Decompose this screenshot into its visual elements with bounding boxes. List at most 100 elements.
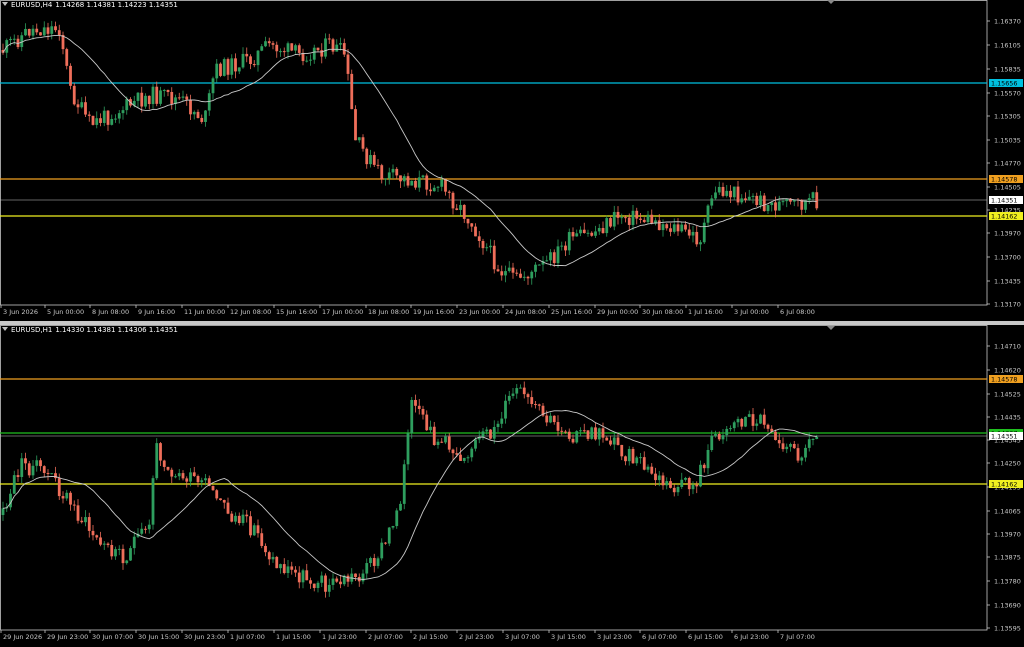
candle-body [9, 38, 12, 41]
candle-body [181, 473, 185, 479]
candle-body [526, 276, 530, 279]
candle-body [631, 210, 635, 225]
candle-body [380, 165, 384, 180]
candle-body [369, 558, 372, 564]
candle-body [294, 569, 297, 573]
candle-body [402, 464, 406, 504]
y-axis-tick-label: 1.14525 [994, 391, 1021, 399]
candle-body [305, 60, 309, 62]
candle-body [657, 475, 661, 481]
candle-body [339, 581, 342, 585]
candle-body [189, 99, 192, 115]
candle-body [552, 252, 556, 264]
candle-body [699, 242, 702, 245]
candle-body [106, 543, 110, 545]
candle-body [687, 229, 691, 236]
candle-body [279, 51, 282, 53]
y-axis-tick-label: 1.14065 [994, 508, 1021, 516]
time-axis-tick-label: 6 Jul 23:00 [734, 633, 769, 641]
candle-body [575, 431, 579, 443]
time-axis-tick-label: 30 Jun 07:00 [92, 633, 133, 641]
candle-body [612, 211, 616, 227]
candle-body [151, 86, 155, 105]
candle-body [519, 273, 522, 278]
scroll-marker-icon[interactable] [827, 326, 835, 330]
candle-body [200, 480, 204, 483]
candle-body [215, 490, 219, 499]
candle-body [774, 431, 777, 441]
candle-body [406, 433, 410, 465]
candle-body [582, 229, 586, 234]
candle-body [646, 214, 650, 223]
time-axis-tick-label: 2 Jul 23:00 [459, 633, 494, 641]
time-axis-tick-label: 1 Jul 16:00 [688, 308, 723, 316]
h4-chart-canvas[interactable]: 1.16370 1.16105 1.15835 1.15570 1.15305 1.150… [0, 0, 1024, 321]
candle-body [76, 104, 80, 108]
candle-body [560, 245, 564, 247]
candle-body [72, 85, 76, 105]
candle-body [545, 415, 549, 423]
candle-body [624, 456, 627, 462]
h1-chart-pane[interactable]: EURUSD,H1 1.14330 1.14381 1.14306 1.14351… [0, 325, 1024, 647]
candle-body [200, 117, 204, 122]
candle-body [80, 102, 84, 108]
candle-body [50, 26, 54, 34]
h4-chart-pane[interactable]: EURUSD,H4 1.14268 1.14381 1.14223 1.14351… [0, 0, 1024, 321]
candle-body [425, 414, 429, 431]
candle-body [466, 457, 470, 459]
candle-body [800, 457, 804, 461]
candle-body [440, 441, 444, 443]
candle-body [324, 38, 327, 57]
candle-body [526, 394, 530, 398]
candle-body [732, 186, 736, 198]
candle-body [286, 43, 290, 52]
candle-body [556, 422, 560, 431]
h4-moving-average-line [2, 34, 817, 267]
time-axis-tick-label: 29 Jun 2026 [3, 633, 42, 641]
candle-body [132, 536, 136, 549]
candle-body [114, 118, 117, 120]
candle-body [211, 78, 215, 94]
scroll-marker-icon[interactable] [827, 0, 835, 4]
time-axis-tick-label: 2 Jul 07:00 [368, 633, 403, 641]
candle-body [121, 548, 125, 564]
candle-body [597, 428, 601, 440]
candle-body [815, 192, 819, 209]
candle-body [654, 473, 657, 481]
candle-body [354, 573, 357, 577]
h1-chart-canvas[interactable]: 1.147101.146201.145251.144351.143451.142… [0, 325, 1024, 647]
candle-body [515, 272, 519, 274]
candle-body [729, 428, 732, 430]
candle-body [226, 502, 230, 514]
price-tag-label: 1.15656 [991, 80, 1017, 88]
candle-body [436, 186, 440, 188]
candle-body [140, 528, 144, 534]
candle-body [781, 201, 785, 203]
candle-body [155, 86, 159, 104]
y-axis-tick-label: 1.16105 [994, 42, 1021, 50]
candle-body [99, 537, 102, 545]
candle-body [759, 414, 762, 424]
candle-body [459, 454, 462, 461]
candle-body [470, 223, 474, 227]
candle-body [492, 245, 496, 270]
candle-body [740, 418, 744, 427]
candle-body [91, 530, 95, 536]
candle-body [114, 549, 117, 557]
candle-body [777, 201, 781, 211]
candle-body [534, 264, 537, 272]
candle-body [294, 45, 297, 51]
candle-body [301, 570, 305, 583]
candle-body [665, 224, 669, 229]
candle-body [451, 449, 455, 454]
bot-plot-frame [0, 325, 988, 631]
candle-body [537, 264, 541, 266]
candle-body [170, 469, 174, 477]
candle-body [147, 95, 151, 105]
candle-body [399, 503, 402, 511]
candle-body [672, 224, 676, 232]
candle-body [489, 245, 492, 248]
candle-body [624, 217, 627, 219]
candle-body [117, 548, 121, 550]
candle-body [762, 195, 766, 212]
